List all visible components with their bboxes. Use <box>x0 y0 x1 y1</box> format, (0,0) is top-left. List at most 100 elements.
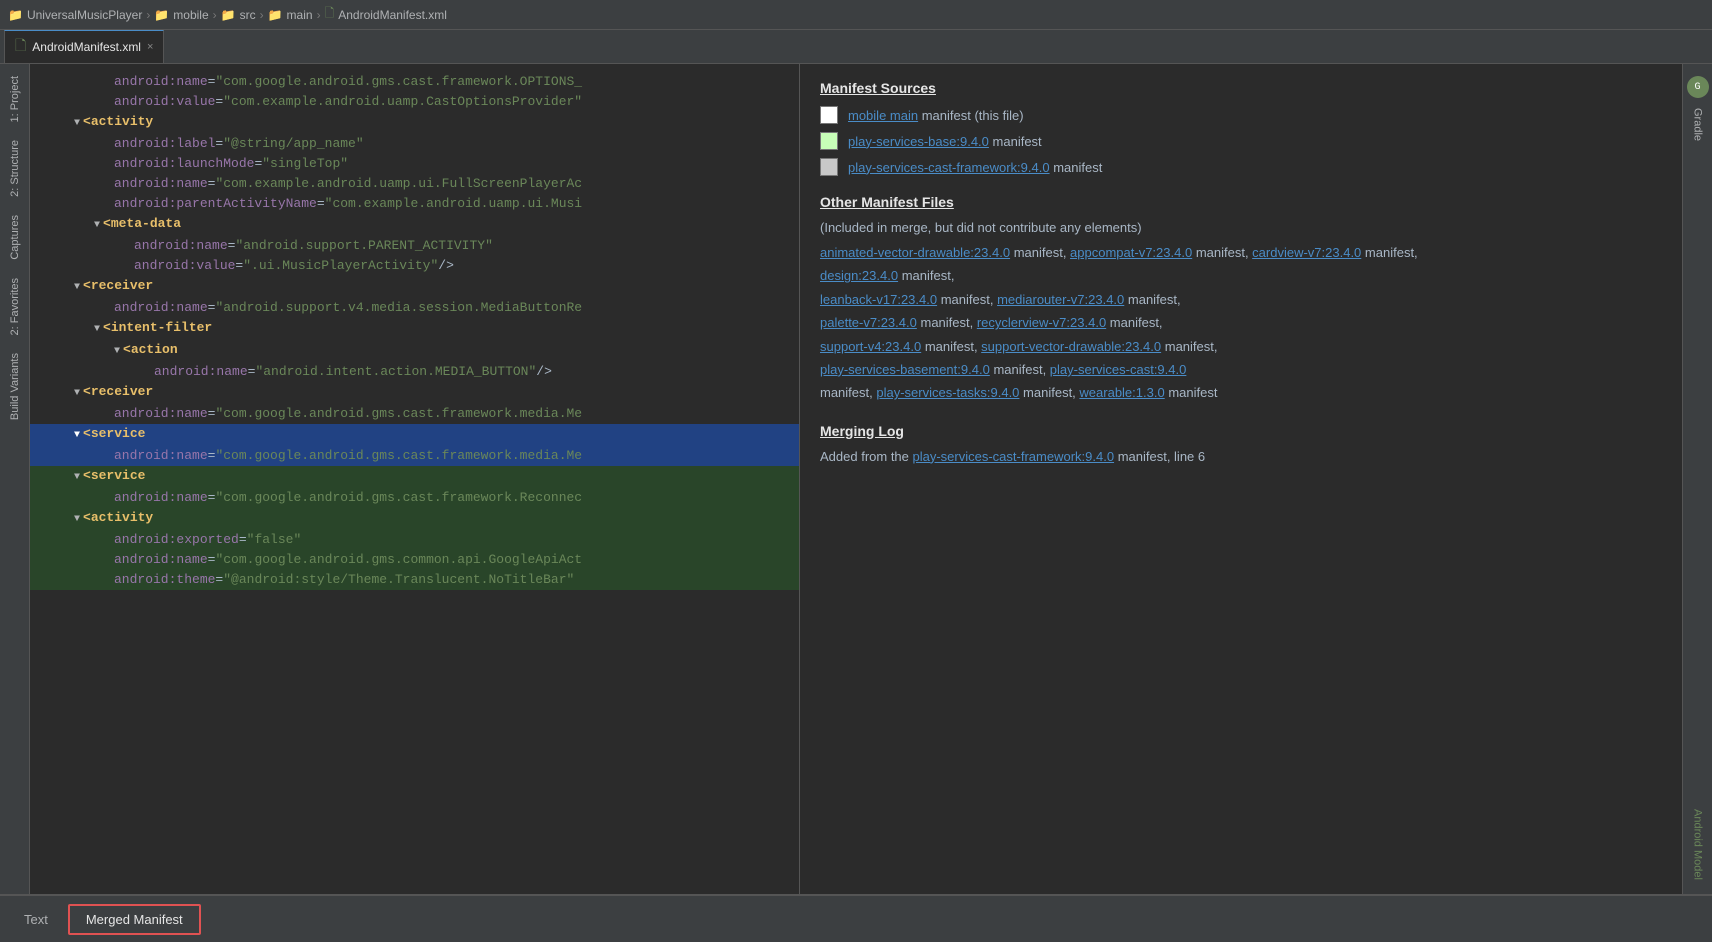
manifest-source-row: play-services-base:9.4.0 manifest <box>820 132 1460 150</box>
manifest-source-link-mobile[interactable]: mobile main manifest (this file) <box>848 108 1024 123</box>
bottom-tab-text[interactable]: Text <box>8 906 64 933</box>
xml-line: android:name="android.support.v4.media.s… <box>30 298 799 318</box>
merging-log-title: Merging Log <box>820 423 1460 439</box>
breadcrumb-label: src <box>240 8 256 22</box>
breadcrumb-file[interactable]: 🗋 AndroidManifest.xml <box>325 4 447 25</box>
tab-file-icon: 🗋 <box>15 35 26 59</box>
breadcrumb-sep: › <box>213 8 217 22</box>
collapse-triangle[interactable]: ▼ <box>74 279 80 297</box>
editor-area: android:name="com.google.android.gms.cas… <box>30 64 1682 894</box>
manifest-source-row: mobile main manifest (this file) <box>820 106 1460 124</box>
xml-line-green: android:name="com.google.android.gms.com… <box>30 550 799 570</box>
other-manifests-title: Other Manifest Files <box>820 194 1460 210</box>
xml-line-green: ▼ <activity <box>30 508 799 530</box>
xml-line-selected: android:name="com.google.android.gms.cas… <box>30 446 799 466</box>
link-support-vector[interactable]: support-vector-drawable:23.4.0 <box>981 339 1161 354</box>
collapse-triangle[interactable]: ▼ <box>114 343 120 361</box>
link-design[interactable]: design:23.4.0 <box>820 268 898 283</box>
sidebar-label-gradle[interactable]: Gradle <box>1690 102 1706 147</box>
link-play-tasks[interactable]: play-services-tasks:9.4.0 <box>876 385 1019 400</box>
breadcrumb-label: main <box>287 8 313 22</box>
link-appcompat[interactable]: appcompat-v7:23.4.0 <box>1070 245 1192 260</box>
breadcrumb-label: mobile <box>173 8 208 22</box>
breadcrumb-root[interactable]: 📁 UniversalMusicPlayer <box>8 8 142 22</box>
xml-line: android:name="com.example.android.uamp.u… <box>30 174 799 194</box>
breadcrumb-bar: 📁 UniversalMusicPlayer › 📁 mobile › 📁 sr… <box>0 0 1712 30</box>
folder-icon: 📁 <box>221 8 236 22</box>
folder-icon: 📁 <box>8 8 23 22</box>
other-manifests-links: animated-vector-drawable:23.4.0 manifest… <box>820 241 1460 405</box>
bottom-tab-merged[interactable]: Merged Manifest <box>68 904 201 935</box>
sidebar-item-project[interactable]: 1: Project <box>7 68 23 130</box>
collapse-triangle[interactable]: ▼ <box>74 469 80 487</box>
breadcrumb-label: UniversalMusicPlayer <box>27 8 142 22</box>
main-layout: 1: Project 2: Structure Captures 2: Favo… <box>0 64 1712 894</box>
manifest-sources-title: Manifest Sources <box>820 80 1460 96</box>
xml-line: android:name="com.google.android.gms.cas… <box>30 72 799 92</box>
right-sidebar-content: G Gradle Android Model <box>1685 68 1711 894</box>
collapse-triangle[interactable]: ▼ <box>74 115 80 133</box>
xml-editor-pane[interactable]: android:name="com.google.android.gms.cas… <box>30 64 800 894</box>
link-play-cast[interactable]: play-services-cast:9.4.0 <box>1050 362 1187 377</box>
other-manifests-section: Other Manifest Files (Included in merge,… <box>820 194 1460 405</box>
xml-line: android:parentActivityName="com.example.… <box>30 194 799 214</box>
collapse-triangle[interactable]: ▼ <box>94 217 100 235</box>
breadcrumb-sep: › <box>146 8 150 22</box>
manifest-source-link-cast-framework[interactable]: play-services-cast-framework:9.4.0 manif… <box>848 160 1102 175</box>
xml-line: android:name="android.support.PARENT_ACT… <box>30 236 799 256</box>
android-model-panel: Android Model <box>1690 803 1706 886</box>
xml-line: ▼ <intent-filter <box>30 318 799 340</box>
xml-line: android:value=".ui.MusicPlayerActivity" … <box>30 256 799 276</box>
xml-line-green: ▼ <service <box>30 466 799 488</box>
link-recyclerview[interactable]: recyclerview-v7:23.4.0 <box>977 315 1106 330</box>
merging-log-section: Merging Log Added from the play-services… <box>820 423 1460 464</box>
merging-log-link[interactable]: play-services-cast-framework:9.4.0 <box>913 449 1115 464</box>
collapse-triangle[interactable]: ▼ <box>74 427 80 445</box>
sidebar-item-structure[interactable]: 2: Structure <box>7 132 23 205</box>
sidebar-item-captures[interactable]: Captures <box>7 207 23 268</box>
link-palette[interactable]: palette-v7:23.4.0 <box>820 315 917 330</box>
tab-close-button[interactable]: × <box>147 41 153 53</box>
breadcrumb-label: AndroidManifest.xml <box>338 8 447 22</box>
breadcrumb-src[interactable]: 📁 src <box>221 8 256 22</box>
sidebar-item-build-variants[interactable]: Build Variants <box>7 345 23 428</box>
tab-bar: 🗋 AndroidManifest.xml × <box>0 30 1712 64</box>
link-wearable[interactable]: wearable:1.3.0 <box>1079 385 1164 400</box>
link-support-v4[interactable]: support-v4:23.4.0 <box>820 339 921 354</box>
xml-line-green: android:theme="@android:style/Theme.Tran… <box>30 570 799 590</box>
link-cardview[interactable]: cardview-v7:23.4.0 <box>1252 245 1361 260</box>
breadcrumb-sep: › <box>260 8 264 22</box>
gradle-icon: G <box>1687 76 1709 98</box>
info-pane: Manifest Sources mobile main manifest (t… <box>800 64 1480 894</box>
xml-line: android:launchMode="singleTop" <box>30 154 799 174</box>
xml-line-selected[interactable]: ▼ <service <box>30 424 799 446</box>
xml-line-green: android:exported="false" <box>30 530 799 550</box>
manifest-source-link-play-services-base[interactable]: play-services-base:9.4.0 manifest <box>848 134 1042 149</box>
xml-line: ▼ <meta-data <box>30 214 799 236</box>
folder-icon: 📁 <box>154 8 169 22</box>
link-mediarouter[interactable]: mediarouter-v7:23.4.0 <box>997 292 1124 307</box>
xml-line: android:name="com.google.android.gms.cas… <box>30 404 799 424</box>
sidebar-item-favorites[interactable]: 2: Favorites <box>7 270 23 343</box>
tab-androidmanifest[interactable]: 🗋 AndroidManifest.xml × <box>4 30 164 63</box>
sidebar-label-android-model[interactable]: Android Model <box>1690 803 1706 886</box>
tab-label: AndroidManifest.xml <box>32 40 141 54</box>
source-color-box <box>820 132 838 150</box>
breadcrumb-main[interactable]: 📁 main <box>268 8 313 22</box>
xml-line: android:value="com.example.android.uamp.… <box>30 92 799 112</box>
merging-log-text: Added from the play-services-cast-framew… <box>820 449 1460 464</box>
xml-line: ▼ <receiver <box>30 382 799 404</box>
folder-icon: 📁 <box>268 8 283 22</box>
collapse-triangle[interactable]: ▼ <box>74 385 80 403</box>
collapse-triangle[interactable]: ▼ <box>94 321 100 339</box>
source-color-box <box>820 158 838 176</box>
link-leanback[interactable]: leanback-v17:23.4.0 <box>820 292 937 307</box>
link-play-basement[interactable]: play-services-basement:9.4.0 <box>820 362 990 377</box>
xml-line: ▼ <action <box>30 340 799 362</box>
breadcrumb-mobile[interactable]: 📁 mobile <box>154 8 208 22</box>
collapse-triangle[interactable]: ▼ <box>74 511 80 529</box>
manifest-file-icon: 🗋 <box>325 4 335 25</box>
source-color-box <box>820 106 838 124</box>
xml-line: android:name="android.intent.action.MEDI… <box>30 362 799 382</box>
link-animated-vector[interactable]: animated-vector-drawable:23.4.0 <box>820 245 1010 260</box>
